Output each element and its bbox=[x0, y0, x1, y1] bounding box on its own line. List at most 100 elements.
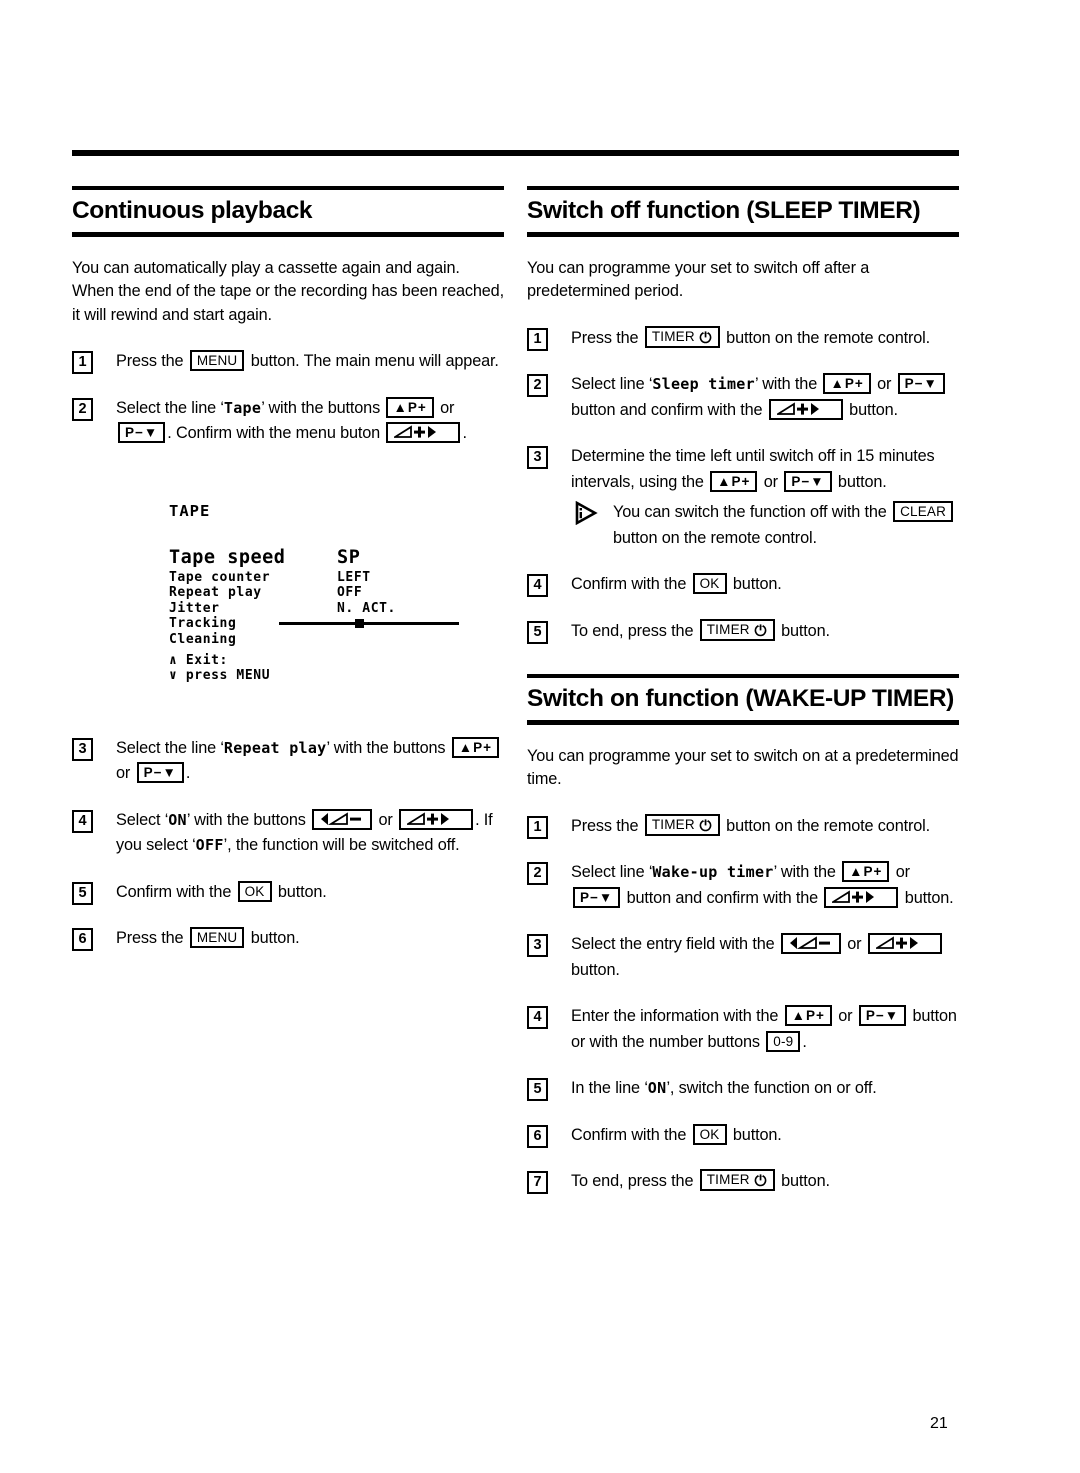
key-program-down[interactable]: P−▼ bbox=[573, 886, 621, 908]
section-header-wake-up-timer: Switch on function (WAKE-UP TIMER) bbox=[527, 674, 959, 725]
step-item: 6 Confirm with the OK button. bbox=[527, 1123, 959, 1149]
step-text: Enter the information with the ▲P+ or P−… bbox=[571, 1005, 957, 1052]
step-text: Select line ‘Wake-up timer’ with the ▲P+… bbox=[571, 861, 954, 908]
step-number: 7 bbox=[527, 1171, 548, 1194]
key-program-up[interactable]: ▲P+ bbox=[386, 396, 434, 418]
step-number: 4 bbox=[527, 574, 548, 597]
osd-row-value: SP bbox=[337, 546, 361, 568]
key-ok[interactable]: OK bbox=[237, 880, 272, 902]
key-clear[interactable]: CLEAR bbox=[893, 501, 954, 522]
step-item: 5 In the line ‘ON’, switch the function … bbox=[527, 1076, 959, 1102]
step-number: 1 bbox=[72, 351, 93, 374]
key-number-0-9[interactable]: 0-9 bbox=[766, 1030, 801, 1052]
key-timer[interactable]: TIMER bbox=[699, 1169, 775, 1191]
menu-item-name: OFF bbox=[195, 836, 224, 854]
step-text: Select the entry field with the or butto… bbox=[571, 933, 944, 979]
intro-paragraph-wake-up-timer: You can programme your set to switch on … bbox=[527, 746, 959, 789]
note-text: You can switch the function off with the… bbox=[613, 501, 955, 547]
step-number: 4 bbox=[72, 809, 93, 833]
info-triangle-icon bbox=[573, 500, 599, 526]
key-volume-up[interactable] bbox=[824, 886, 899, 908]
section-title-sleep-timer: Switch off function (SLEEP TIMER) bbox=[527, 197, 921, 224]
step-number: 3 bbox=[72, 737, 93, 761]
key-timer[interactable]: TIMER bbox=[644, 813, 720, 836]
section-title-wake-up-timer: Switch on function (WAKE-UP TIMER) bbox=[527, 685, 954, 712]
step-number: 2 bbox=[527, 862, 548, 885]
key-volume-up[interactable] bbox=[399, 808, 474, 830]
osd-row-label: Cleaning bbox=[169, 631, 237, 647]
note-callout: You can switch the function off with the… bbox=[571, 500, 959, 551]
step-text: To end, press the TIMER button. bbox=[571, 1169, 830, 1191]
step-item: 3 Select the entry field with the or but… bbox=[527, 932, 959, 983]
key-program-down[interactable]: P−▼ bbox=[858, 1005, 907, 1026]
key-timer[interactable]: TIMER bbox=[644, 325, 720, 348]
step-text: Confirm with the OK button. bbox=[571, 1123, 782, 1145]
osd-row-value: OFF bbox=[337, 585, 363, 600]
menu-item-name: Tape bbox=[223, 398, 262, 417]
step-text: Select line ‘Sleep timer’ with the ▲P+ o… bbox=[571, 373, 947, 420]
step-item: 4 Select ‘ON’ with the buttons or . If y… bbox=[72, 808, 504, 859]
tracking-slider bbox=[279, 619, 459, 628]
step-text: Select the line ‘Repeat play’ with the b… bbox=[116, 736, 501, 783]
key-program-down[interactable]: P−▼ bbox=[136, 762, 184, 783]
step-text: Determine the time left until switch off… bbox=[571, 447, 935, 492]
step-item: 1 Press the TIMER button on the remote c… bbox=[527, 813, 959, 840]
key-program-up[interactable]: ▲P+ bbox=[710, 470, 758, 492]
key-program-up[interactable]: ▲P+ bbox=[784, 1005, 832, 1026]
section-header-continuous-playback: Continuous playback bbox=[72, 186, 504, 237]
key-program-up[interactable]: ▲P+ bbox=[823, 373, 871, 394]
osd-row-label: Jitter bbox=[169, 600, 220, 616]
menu-item-name: Wake-up timer bbox=[652, 863, 774, 881]
step-item: 2 Select line ‘Wake-up timer’ with the ▲… bbox=[527, 860, 959, 911]
key-volume-down[interactable] bbox=[780, 933, 841, 954]
step-text: Select ‘ON’ with the buttons or . If you… bbox=[116, 808, 493, 854]
key-program-up[interactable]: ▲P+ bbox=[451, 736, 500, 758]
key-ok[interactable]: OK bbox=[692, 1123, 727, 1145]
step-text: Select the line ‘Tape’ with the buttons … bbox=[116, 396, 467, 443]
key-menu[interactable]: MENU bbox=[189, 350, 245, 371]
key-program-up[interactable]: ▲P+ bbox=[842, 861, 890, 882]
step-item: 6 Press the MENU button. bbox=[72, 926, 504, 952]
key-timer[interactable]: TIMER bbox=[699, 618, 775, 641]
step-text: Press the MENU button. The main menu wil… bbox=[116, 350, 499, 371]
top-divider-rule bbox=[72, 150, 959, 156]
osd-row-label: Repeat play bbox=[169, 585, 262, 600]
step-number: 5 bbox=[527, 1078, 548, 1101]
key-volume-down[interactable] bbox=[312, 808, 373, 830]
step-text: Confirm with the OK button. bbox=[116, 880, 327, 902]
step-number: 6 bbox=[72, 928, 93, 951]
osd-footer-line1: ∧ Exit: bbox=[169, 652, 228, 668]
osd-row-tape-counter: Tape counter LEFT bbox=[169, 570, 475, 586]
page-title-continuous-playback: Continuous playback bbox=[72, 197, 313, 224]
key-volume-up[interactable] bbox=[768, 398, 843, 420]
intro-paragraph-sleep-timer: You can programme your set to switch off… bbox=[527, 258, 870, 301]
right-column: Switch off function (SLEEP TIMER) You ca… bbox=[527, 186, 959, 1216]
heading-rule-bottom bbox=[72, 231, 504, 237]
step-number: 4 bbox=[527, 1006, 548, 1029]
step-text: Press the TIMER button on the remote con… bbox=[571, 813, 930, 836]
osd-footer: ∧ Exit: ∨ press MENU bbox=[169, 653, 270, 684]
osd-row-cleaning: Cleaning bbox=[169, 632, 475, 648]
intro-paragraph-continuous-playback: You can automatically play a cassette ag… bbox=[72, 258, 504, 324]
step-item: 1 Press the MENU button. The main menu w… bbox=[72, 349, 504, 375]
key-volume-up[interactable] bbox=[386, 422, 461, 443]
key-program-down[interactable]: P−▼ bbox=[118, 422, 166, 443]
step-text: Press the MENU button. bbox=[116, 927, 300, 948]
left-column: Continuous playback You can automaticall… bbox=[72, 186, 504, 973]
key-program-down[interactable]: P−▼ bbox=[784, 470, 832, 492]
key-menu[interactable]: MENU bbox=[189, 927, 245, 948]
key-volume-up[interactable] bbox=[867, 933, 942, 954]
step-text: Press the TIMER button on the remote con… bbox=[571, 325, 930, 348]
step-text: To end, press the TIMER button. bbox=[571, 618, 830, 641]
step-number: 1 bbox=[527, 327, 548, 351]
step-number: 2 bbox=[72, 397, 93, 421]
page-number: 21 bbox=[930, 1415, 948, 1432]
step-number: 2 bbox=[527, 374, 548, 397]
menu-item-name: Sleep timer bbox=[652, 375, 755, 393]
section-header-sleep-timer: Switch off function (SLEEP TIMER) bbox=[527, 186, 959, 237]
key-ok[interactable]: OK bbox=[692, 573, 727, 594]
heading-rule-bottom bbox=[527, 719, 959, 725]
key-program-down[interactable]: P−▼ bbox=[897, 373, 945, 394]
osd-row-label: Tracking bbox=[169, 616, 237, 631]
steps-list-wake-up-timer: 1 Press the TIMER button on the remote c… bbox=[527, 813, 959, 1195]
